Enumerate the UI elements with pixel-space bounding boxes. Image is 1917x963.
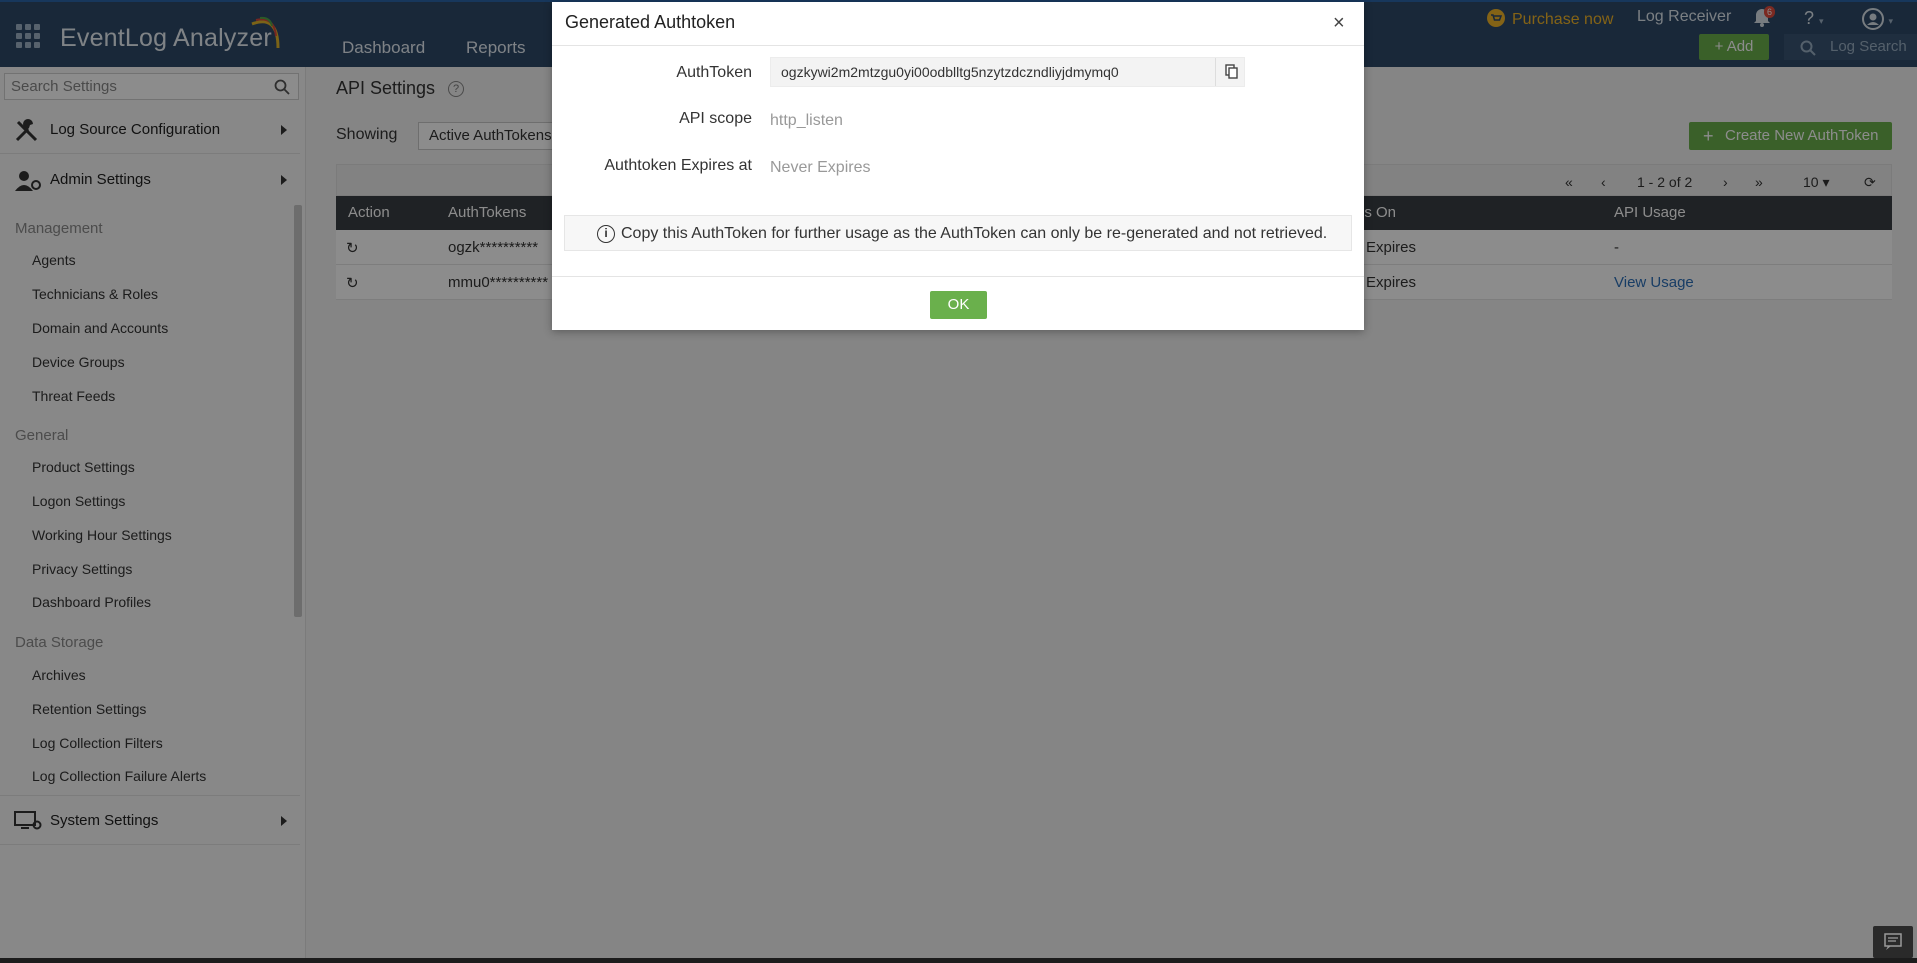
copy-button[interactable] (1215, 58, 1246, 86)
generated-authtoken-dialog: Generated Authtoken × AuthToken ogzkywi2… (552, 2, 1364, 330)
api-scope-label: API scope (679, 110, 752, 127)
dialog-title: Generated Authtoken (565, 12, 736, 32)
expires-at-label: Authtoken Expires at (604, 157, 752, 174)
dialog-header-divider (552, 45, 1364, 46)
expires-at-value: Never Expires (770, 159, 871, 176)
dialog-footer-divider (552, 276, 1364, 277)
ok-button[interactable]: OK (930, 291, 987, 319)
info-message: i Copy this AuthToken for further usage … (564, 215, 1352, 251)
chat-icon (1884, 933, 1902, 950)
api-scope-value: http_listen (770, 112, 843, 129)
authtoken-value: ogzkywi2m2mtzgu0yi00odblltg5nzytzdczndli… (781, 64, 1119, 80)
info-icon: i (597, 225, 615, 243)
info-text: Copy this AuthToken for further usage as… (621, 225, 1328, 242)
authtoken-field[interactable]: ogzkywi2m2mtzgu0yi00odblltg5nzytzdczndli… (770, 57, 1245, 87)
chat-button[interactable] (1873, 926, 1913, 958)
status-strip (0, 958, 1917, 963)
copy-icon (1225, 64, 1238, 79)
authtoken-label: AuthToken (676, 64, 752, 81)
close-icon[interactable]: × (1333, 12, 1345, 35)
